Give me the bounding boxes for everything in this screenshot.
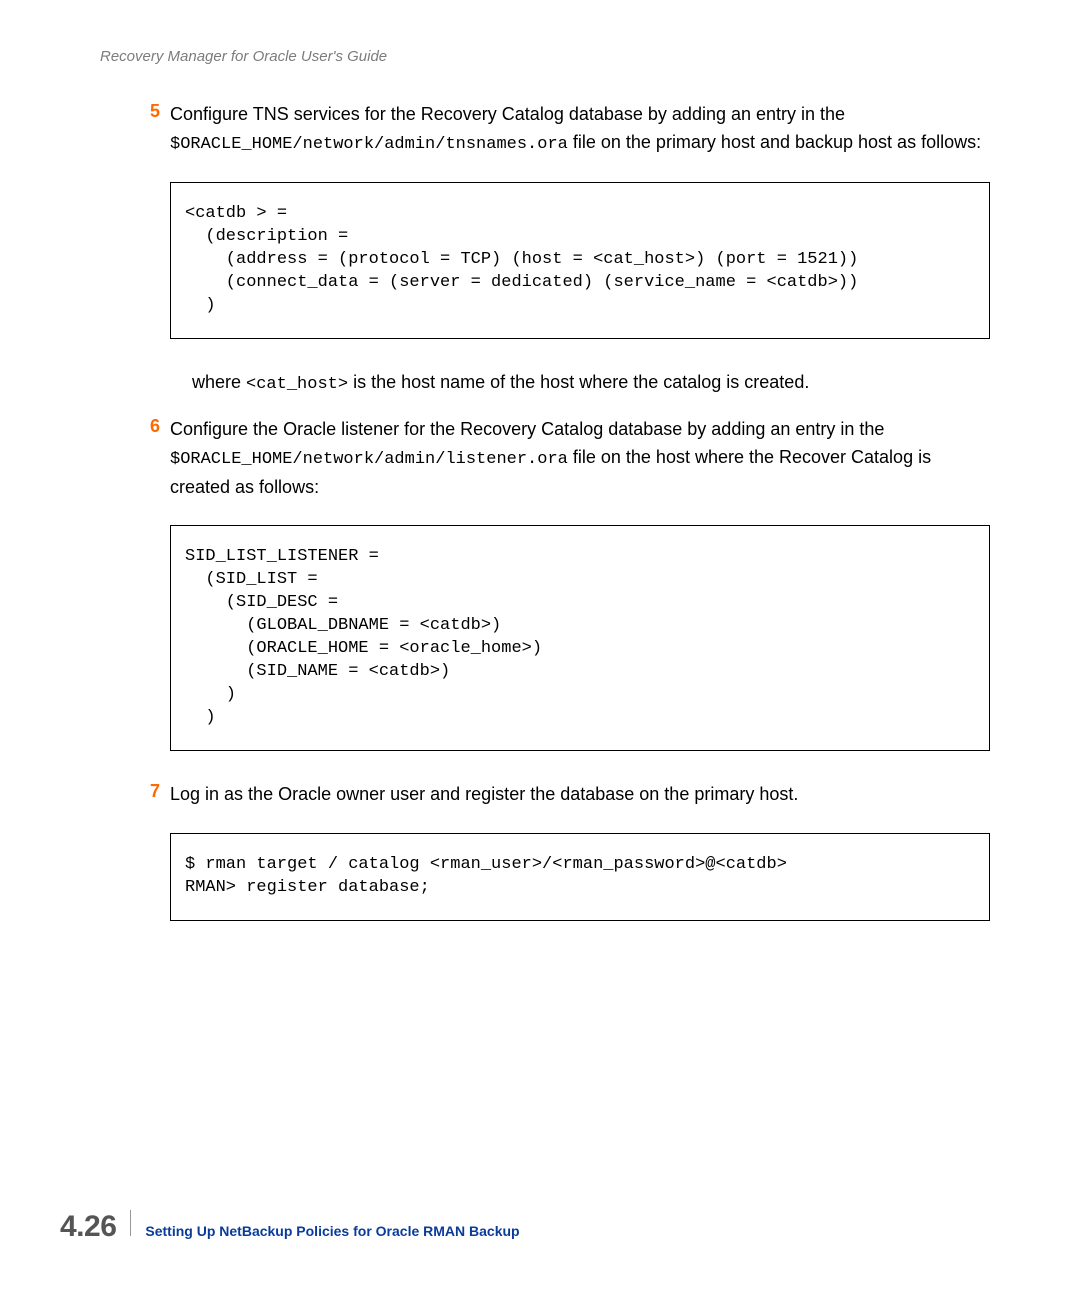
step-7: 7 Log in as the Oracle owner user and re… [170, 781, 990, 809]
where-clause: where <cat_host> is the host name of the… [170, 369, 990, 398]
code-block-rman: $ rman target / catalog <rman_user>/<rma… [170, 833, 990, 921]
step-body: Configure the Oracle listener for the Re… [170, 416, 990, 501]
running-header: Recovery Manager for Oracle User's Guide [100, 48, 990, 65]
step-number: 6 [142, 416, 170, 437]
step-text-pre: Configure the Oracle listener for the Re… [170, 419, 884, 439]
step-text-pre: Configure TNS services for the Recovery … [170, 104, 845, 124]
where-post: is the host name of the host where the c… [348, 372, 809, 392]
footer-divider [130, 1210, 131, 1236]
step-text-post: file on the primary host and backup host… [568, 132, 981, 152]
footer-section-title: Setting Up NetBackup Policies for Oracle… [145, 1223, 519, 1239]
step-body: Configure TNS services for the Recovery … [170, 101, 990, 158]
page-number: 4.26 [60, 1210, 116, 1244]
step-number: 7 [142, 781, 170, 802]
inline-code: <cat_host> [246, 375, 348, 394]
step-6: 6 Configure the Oracle listener for the … [170, 416, 990, 501]
step-5: 5 Configure TNS services for the Recover… [170, 101, 990, 158]
page: Recovery Manager for Oracle User's Guide… [0, 0, 1080, 1296]
where-pre: where [192, 372, 246, 392]
content-area: 5 Configure TNS services for the Recover… [100, 101, 990, 921]
step-body: Log in as the Oracle owner user and regi… [170, 781, 990, 809]
inline-code: $ORACLE_HOME/network/admin/tnsnames.ora [170, 135, 568, 154]
code-block-listener: SID_LIST_LISTENER = (SID_LIST = (SID_DES… [170, 525, 990, 751]
code-block-tnsnames: <catdb > = (description = (address = (pr… [170, 182, 990, 339]
step-number: 5 [142, 101, 170, 122]
page-footer: 4.26 Setting Up NetBackup Policies for O… [60, 1210, 520, 1244]
inline-code: $ORACLE_HOME/network/admin/listener.ora [170, 450, 568, 469]
step-text: Log in as the Oracle owner user and regi… [170, 784, 798, 804]
